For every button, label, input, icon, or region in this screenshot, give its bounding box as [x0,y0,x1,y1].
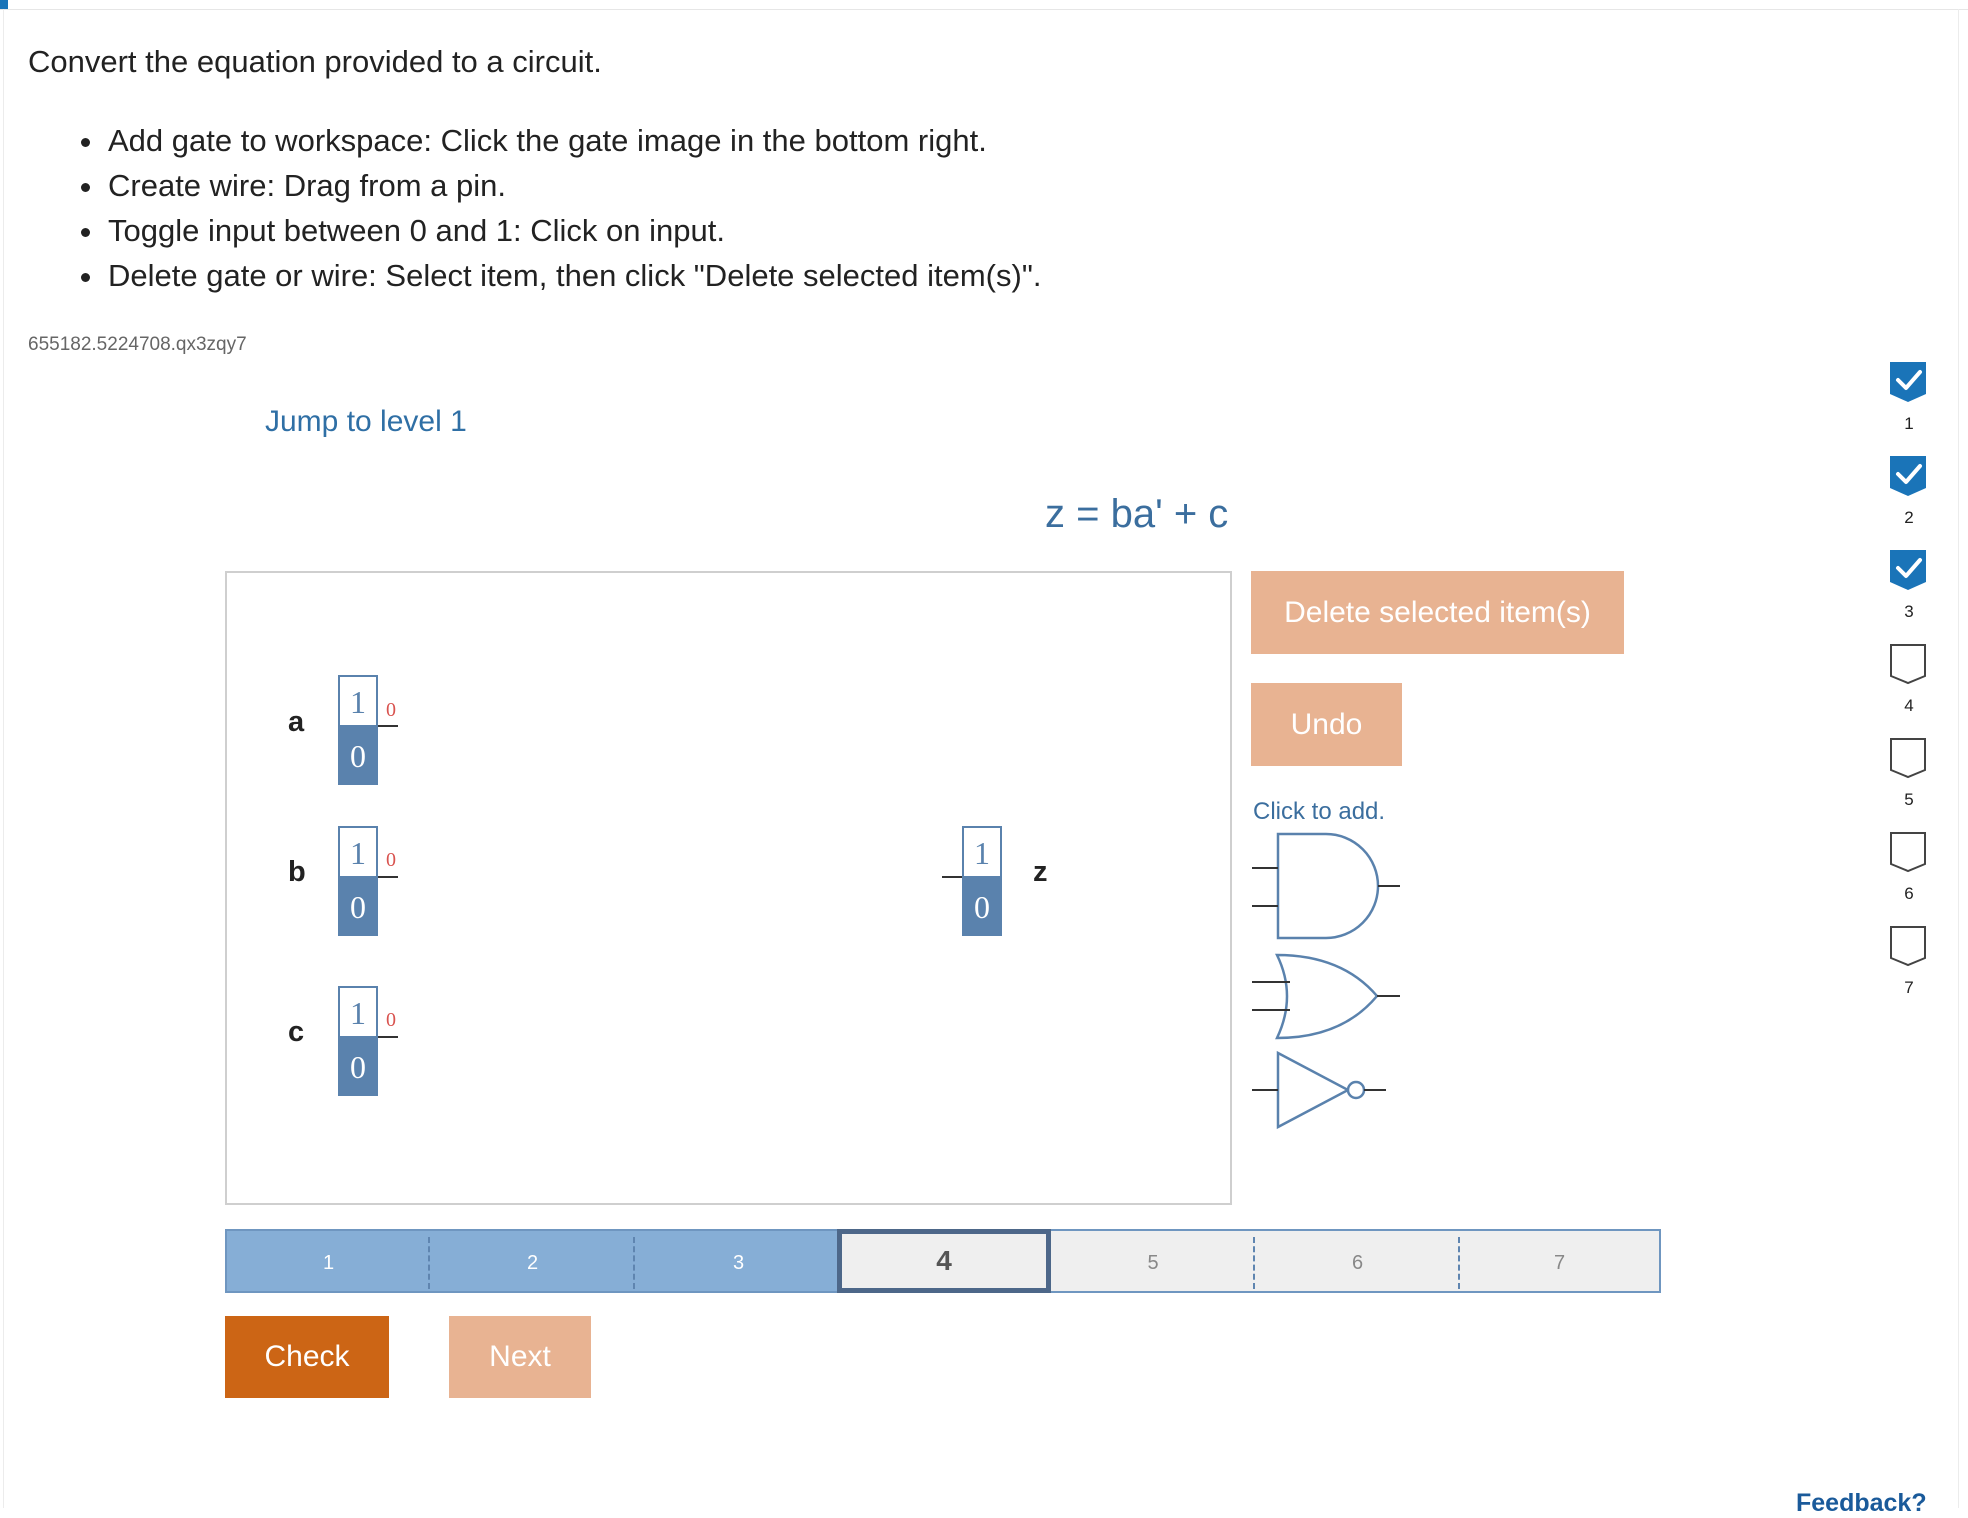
instruction-list: Add gate to workspace: Click the gate im… [80,118,1041,298]
progress-number: 3 [1904,602,1914,621]
output-z-pin[interactable] [942,876,962,878]
progress-number: 4 [1904,696,1914,715]
and-gate-icon[interactable] [1252,830,1402,945]
equation: z = ba' + c [1045,492,1229,536]
level-number: 1 [322,1252,335,1274]
empty-flag-icon [1890,644,1926,685]
output-z-display: 1 0 [962,826,1002,936]
toggle-zero: 0 [338,1038,378,1096]
feedback-link[interactable]: Feedback? [1796,1489,1927,1518]
click-to-add-label: Click to add. [1253,798,1386,825]
progress-number: 2 [1904,508,1914,527]
progress-number: 5 [1904,790,1914,809]
undo-button[interactable]: Undo [1251,683,1402,766]
input-c-output-value: 0 [386,1009,396,1031]
output-z-label: z [1033,856,1048,888]
top-border [0,9,1968,10]
toggle-zero: 0 [338,727,378,785]
level-2[interactable]: 2 [430,1229,635,1293]
next-button[interactable]: Next [449,1316,591,1398]
progress-item-5[interactable]: 5 [1886,734,1932,828]
level-1[interactable]: 1 [225,1229,430,1293]
prompt-id: 655182.5224708.qx3zqy7 [28,334,247,355]
progress-number: 6 [1904,884,1914,903]
instruction-heading: Convert the equation provided to a circu… [28,44,602,79]
instruction-item: Delete gate or wire: Select item, then c… [80,253,1041,298]
input-a-output-value: 0 [386,699,396,721]
progress-item-1[interactable]: 1 [1886,358,1932,452]
toggle-one: 1 [338,986,378,1038]
level-7[interactable]: 7 [1460,1229,1661,1293]
display-zero: 0 [962,878,1002,936]
input-b-toggle[interactable]: 1 0 [338,826,378,936]
level-number: 3 [732,1252,745,1274]
jump-to-level-link[interactable]: Jump to level 1 [265,405,467,439]
checked-flag-icon [1890,550,1926,590]
progress-item-3[interactable]: 3 [1886,546,1932,640]
input-a-pin[interactable] [378,725,398,727]
input-c-toggle[interactable]: 1 0 [338,986,378,1096]
checked-flag-icon [1890,456,1926,496]
input-b-pin[interactable] [378,876,398,878]
or-gate-icon[interactable] [1252,952,1402,1042]
level-4-current[interactable]: 4 [837,1229,1051,1293]
left-border [3,9,4,1508]
progress-number: 1 [1904,414,1914,433]
level-number: 6 [1351,1252,1364,1274]
empty-flag-icon [1890,926,1926,967]
input-c-label: c [288,1016,305,1048]
empty-flag-icon [1890,738,1926,779]
not-gate-icon[interactable] [1252,1050,1402,1130]
level-bar: 1 2 3 4 5 6 7 [225,1229,1661,1293]
progress-item-4[interactable]: 4 [1886,640,1932,734]
toggle-one: 1 [338,675,378,727]
empty-flag-icon [1890,832,1926,873]
input-a-toggle[interactable]: 1 0 [338,675,378,785]
instruction-item: Add gate to workspace: Click the gate im… [80,118,1041,163]
delete-selected-button[interactable]: Delete selected item(s) [1251,571,1624,654]
progress-item-2[interactable]: 2 [1886,452,1932,546]
progress-item-7[interactable]: 7 [1886,922,1932,1016]
input-b-label: b [288,856,306,888]
level-5[interactable]: 5 [1051,1229,1255,1293]
checked-flag-icon [1890,362,1926,402]
level-number: 5 [1147,1252,1159,1274]
instruction-item: Create wire: Drag from a pin. [80,163,1041,208]
level-3[interactable]: 3 [635,1229,842,1293]
check-button[interactable]: Check [225,1316,389,1398]
level-number: 4 [936,1245,952,1276]
level-number: 7 [1553,1252,1566,1274]
right-border [1958,9,1959,1508]
display-one: 1 [962,826,1002,878]
level-6[interactable]: 6 [1255,1229,1460,1293]
circuit-workspace[interactable]: a 1 0 0 b 1 0 0 c 1 0 0 1 0 z [225,571,1232,1205]
progress-item-6[interactable]: 6 [1886,828,1932,922]
input-b-output-value: 0 [386,849,396,871]
input-a-label: a [288,706,305,738]
input-c-pin[interactable] [378,1036,398,1038]
level-number: 2 [526,1252,539,1274]
toggle-zero: 0 [338,878,378,936]
instruction-item: Toggle input between 0 and 1: Click on i… [80,208,1041,253]
toggle-one: 1 [338,826,378,878]
progress-number: 7 [1904,978,1914,997]
